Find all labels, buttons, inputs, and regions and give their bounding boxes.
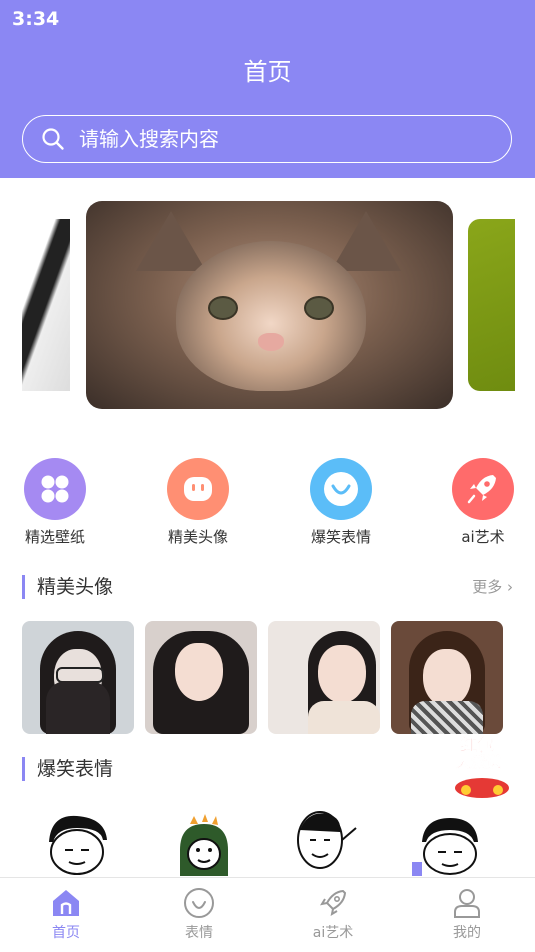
more-label: 更多 [472,578,503,596]
avatar-face [318,645,366,703]
category-wallpaper[interactable]: 精选壁纸 [5,458,105,547]
tab-ai-art[interactable]: ai艺术 [293,886,373,942]
home-icon [53,890,79,916]
tab-profile[interactable]: 我的 [427,886,507,942]
smile-icon [310,458,372,520]
section-title-avatars: 精美头像 [22,575,113,599]
emoji-thumb[interactable] [282,810,372,876]
status-time: 3:34 [12,8,60,30]
avatar-body [308,701,380,734]
category-grid: 精选壁纸 精美头像 爆笑表情 ai艺术 [0,458,535,558]
cat-ear [136,211,206,271]
emoji-thumb[interactable] [35,810,125,876]
tab-label: 表情 [185,925,213,941]
user-icon [454,889,480,918]
page-title: 首页 [243,58,292,86]
cat-ear [331,211,401,271]
flower-icon [24,458,86,520]
banner-prev[interactable] [22,219,70,391]
cat-eye [304,296,334,320]
avatar-body [46,681,110,734]
emoji-thumb[interactable] [160,810,250,876]
search-icon [42,128,64,150]
section-title-emojis: 爆笑表情 [22,757,113,781]
banner-next[interactable] [468,219,515,391]
tab-home[interactable]: 首页 [26,886,106,942]
category-label: 精选壁纸 [24,528,85,546]
chevron-right-icon: › [507,578,513,596]
bottom-tab-bar: 首页 表情 ai艺术 我的 [0,877,535,952]
red-packet-sub: 天派送 [456,753,502,772]
category-label: 爆笑表情 [310,528,371,546]
category-label: 精美头像 [167,528,228,546]
cat-face [176,241,366,391]
search-input[interactable] [79,116,479,161]
tab-label: 首页 [52,925,80,941]
category-label: ai艺术 [461,528,505,546]
more-link[interactable]: 更多 › [472,576,513,597]
header: 3:34 首页 [0,0,535,178]
avatar-face [423,649,471,707]
avatar-thumb[interactable] [268,621,380,734]
tab-emoji[interactable]: 表情 [159,886,239,942]
banner-main[interactable] [86,201,453,409]
avatar-thumb[interactable] [22,621,134,734]
avatar-face [175,643,223,701]
search-bar[interactable] [22,115,512,163]
category-ai-art[interactable]: ai艺术 [433,458,533,547]
rocket-icon [452,458,514,520]
emoji-thumb[interactable] [408,810,498,876]
category-avatar[interactable]: 精美头像 [148,458,248,547]
red-packet-button[interactable]: 红包 天派送 [452,728,512,800]
tab-label: 我的 [453,925,481,941]
cat-nose [258,333,284,351]
emoji-icon [184,888,214,918]
rocket-icon [319,889,347,917]
tab-label: ai艺术 [312,925,354,941]
avatar-thumb[interactable] [391,621,503,734]
face-icon [167,458,229,520]
cat-eye [208,296,238,320]
category-emoji[interactable]: 爆笑表情 [291,458,391,547]
avatar-thumb[interactable] [145,621,257,734]
